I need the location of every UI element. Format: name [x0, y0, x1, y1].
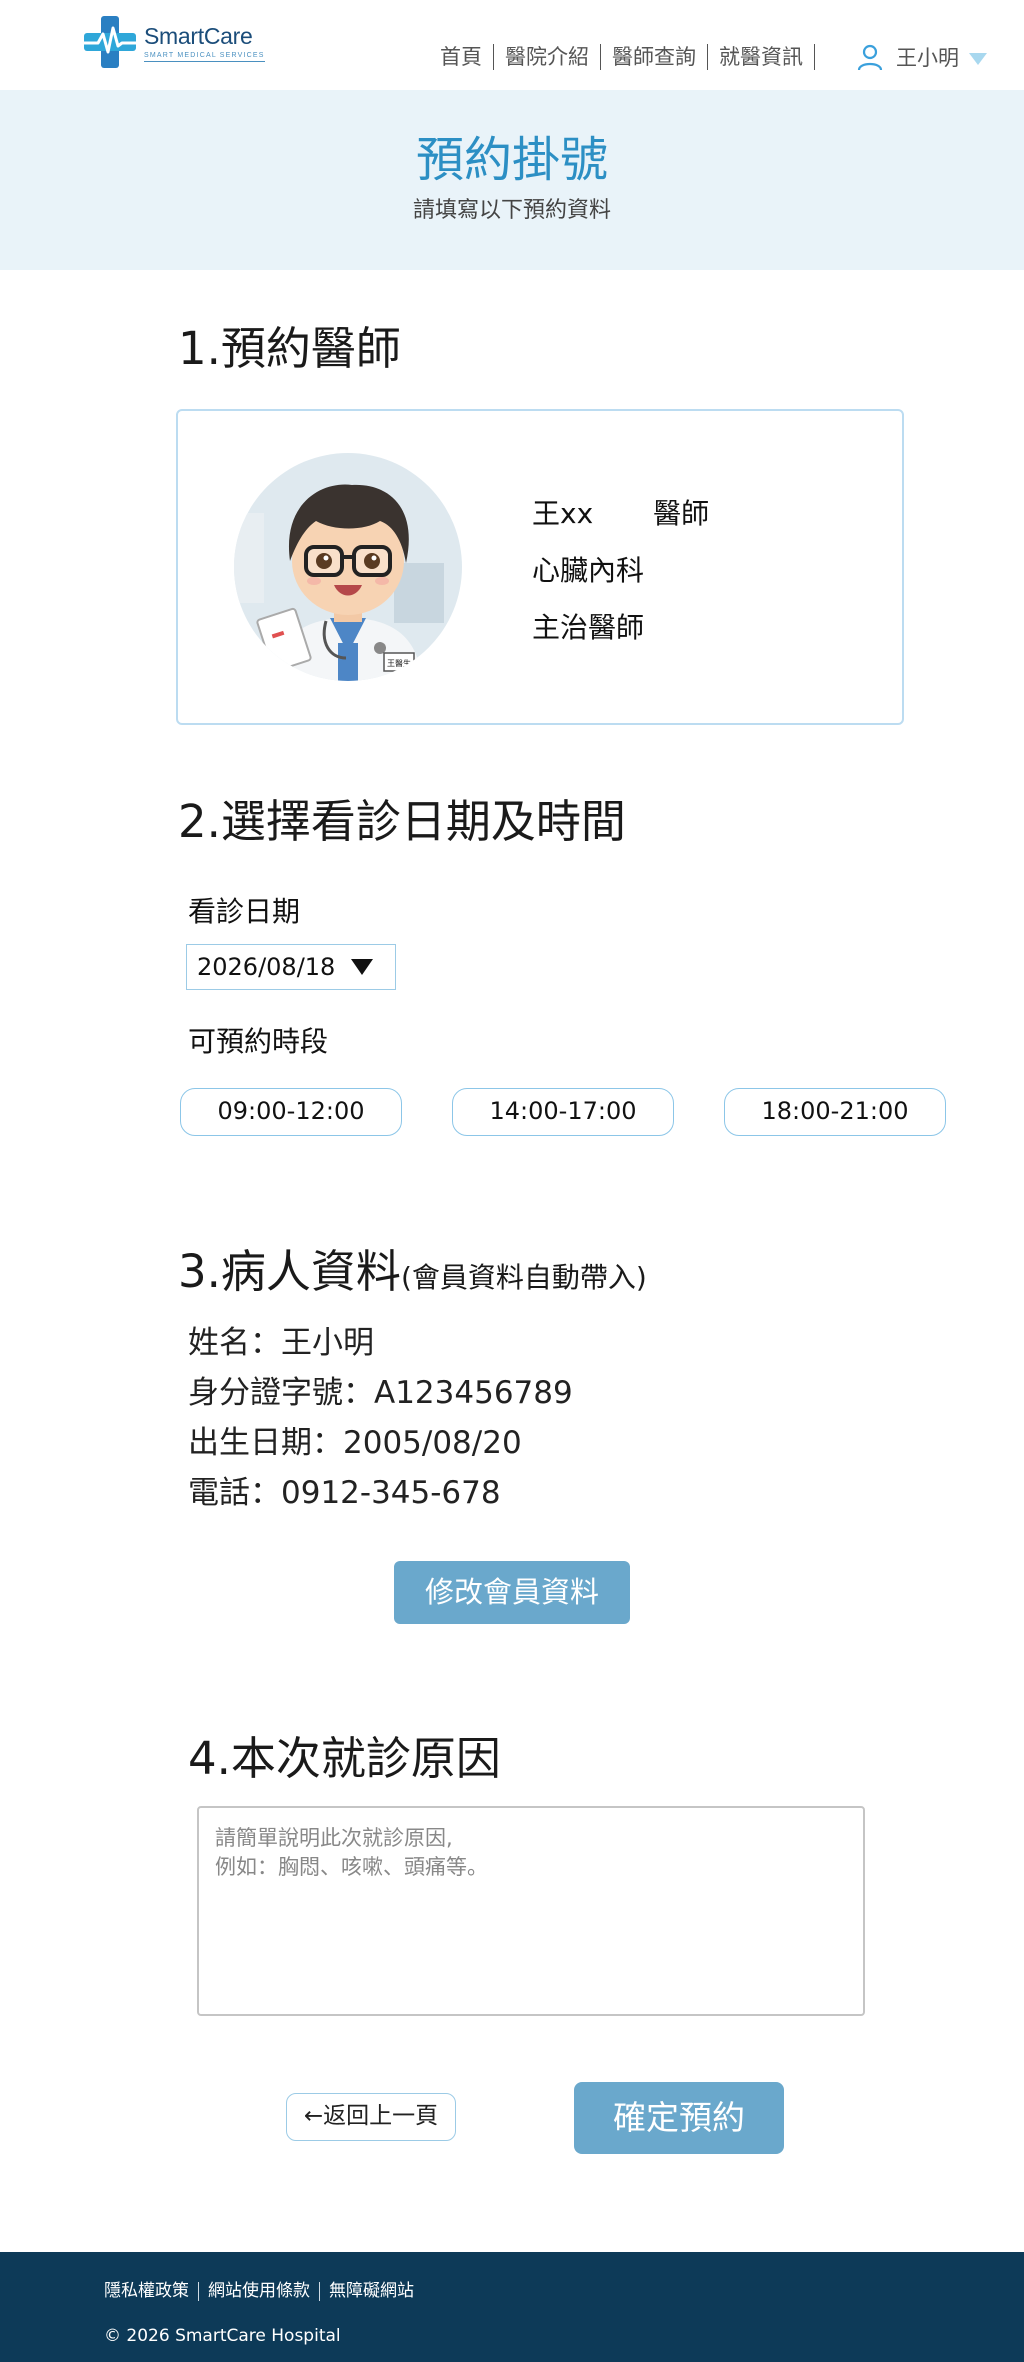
triangle-down-icon	[351, 959, 374, 975]
section-patient-note: (會員資料自動帶入)	[400, 1261, 647, 1294]
doctor-badge: 王醫生	[387, 658, 411, 668]
patient-info: 姓名：王小明 身分證字號：A123456789 出生日期：2005/08/20 …	[188, 1318, 573, 1518]
page-title: 預約掛號	[415, 132, 608, 188]
footer-link-accessibility[interactable]: 無障礙網站	[320, 2282, 423, 2301]
footer-links: 隱私權政策 網站使用條款 無障礙網站	[104, 2282, 423, 2301]
time-slot-morning[interactable]: 09:00-12:00	[180, 1088, 402, 1136]
time-slots-label: 可預約時段	[188, 1025, 329, 1058]
section-doctor-title: 1.預約醫師	[178, 322, 401, 375]
patient-name: 姓名：王小明	[188, 1325, 374, 1361]
doctor-avatar: 王醫生	[234, 453, 462, 681]
footer-link-privacy[interactable]: 隱私權政策	[104, 2282, 199, 2301]
main-nav: 首頁 醫院介紹 醫師查詢 就醫資訊	[440, 44, 815, 70]
time-slot-afternoon[interactable]: 14:00-17:00	[452, 1088, 674, 1136]
chevron-down-icon	[969, 53, 987, 65]
doctor-title: 醫師	[653, 497, 710, 530]
section-reason-title: 4.本次就診原因	[188, 1732, 501, 1785]
logo-tagline: SMART MEDICAL SERVICES	[144, 52, 265, 62]
site-header: SmartCare SMART MEDICAL SERVICES 首頁 醫院介紹…	[0, 0, 1024, 90]
site-footer: 隱私權政策 網站使用條款 無障礙網站 © 2026 SmartCare Hosp…	[0, 2252, 1024, 2362]
doctor-department: 心臟內科	[532, 554, 645, 587]
nav-doctor-search[interactable]: 醫師查詢	[601, 44, 708, 70]
doctor-card: 王醫生 王xx 醫師 心臟內科 主治醫師	[176, 409, 904, 725]
logo-name: SmartCare	[144, 22, 253, 49]
section-date-time-title: 2.選擇看診日期及時間	[178, 795, 626, 848]
patient-phone: 電話：0912-345-678	[188, 1475, 501, 1511]
section-patient-title: 3.病人資料(會員資料自動帶入)	[178, 1235, 647, 1300]
doctor-name: 王xx	[532, 497, 594, 530]
copyright: © 2026 SmartCare Hospital	[104, 2326, 341, 2346]
page-subtitle: 請填寫以下預約資料	[412, 198, 611, 223]
visit-reason-input[interactable]	[197, 1806, 865, 2016]
date-value: 2026/08/18	[197, 953, 336, 981]
smartcare-logo[interactable]: SmartCare SMART MEDICAL SERVICES	[82, 14, 265, 70]
user-menu[interactable]: 王小明	[856, 42, 987, 72]
date-select[interactable]: 2026/08/18	[186, 944, 396, 990]
patient-id-number: 身分證字號：A123456789	[188, 1375, 573, 1411]
confirm-button[interactable]: 確定預約	[574, 2082, 784, 2154]
doctor-name-line: 王xx 醫師	[532, 485, 709, 542]
date-label: 看診日期	[188, 895, 301, 928]
time-slot-evening[interactable]: 18:00-21:00	[724, 1088, 946, 1136]
patient-birthdate: 出生日期：2005/08/20	[188, 1425, 522, 1461]
back-button[interactable]: ←返回上一頁	[286, 2093, 456, 2141]
nav-home[interactable]: 首頁	[440, 44, 494, 70]
doctor-position: 主治醫師	[532, 611, 645, 644]
nav-hospital-intro[interactable]: 醫院介紹	[494, 44, 601, 70]
user-icon	[857, 44, 883, 71]
medical-cross-icon	[84, 16, 136, 68]
nav-medical-info[interactable]: 就醫資訊	[708, 44, 815, 70]
user-name: 王小明	[896, 46, 959, 70]
edit-member-button[interactable]: 修改會員資料	[394, 1561, 630, 1624]
section-patient-heading: 3.病人資料	[178, 1245, 401, 1298]
footer-link-terms[interactable]: 網站使用條款	[199, 2282, 320, 2301]
page-banner: 預約掛號 請填寫以下預約資料	[0, 90, 1024, 270]
